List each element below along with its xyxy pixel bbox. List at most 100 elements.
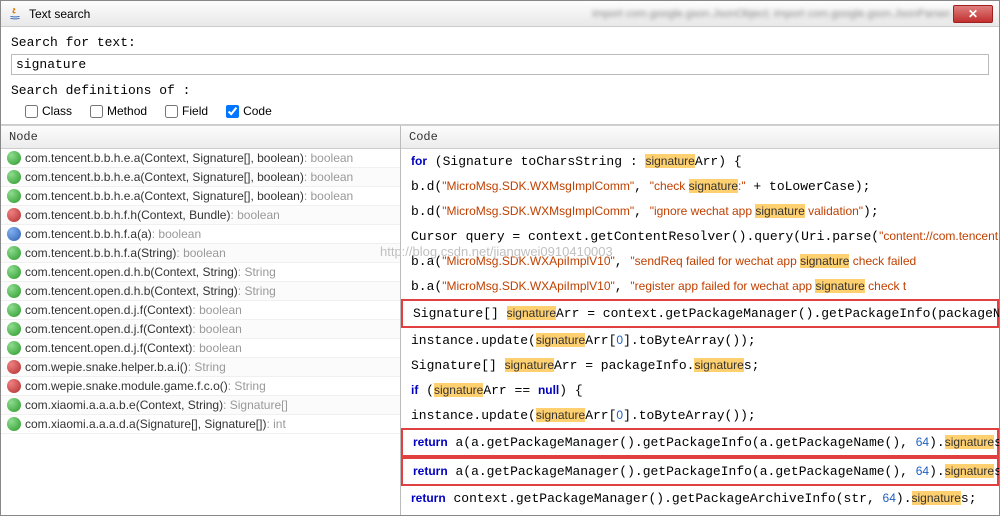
node-return-type: : boolean bbox=[152, 227, 201, 241]
method-icon bbox=[7, 170, 21, 184]
node-signature: com.tencent.b.b.h.f.a(String) bbox=[25, 246, 176, 260]
code-line[interactable]: Cursor query = context.getContentResolve… bbox=[401, 224, 999, 249]
node-signature: com.wepie.snake.helper.b.a.i() bbox=[25, 360, 188, 374]
code-line[interactable]: if (signatureArr == null) { bbox=[401, 378, 999, 403]
code-line[interactable]: return a(a.getPackageManager().getPackag… bbox=[401, 428, 999, 457]
checkbox-method[interactable] bbox=[90, 105, 103, 118]
node-return-type: : boolean bbox=[304, 170, 353, 184]
code-pane: Code for (Signature toCharsString : sign… bbox=[401, 126, 999, 515]
node-row[interactable]: com.tencent.open.d.h.b(Context, String) … bbox=[1, 282, 400, 301]
node-row[interactable]: com.tencent.open.d.j.f(Context) : boolea… bbox=[1, 301, 400, 320]
method-icon bbox=[7, 189, 21, 203]
node-row[interactable]: com.tencent.b.b.h.e.a(Context, Signature… bbox=[1, 168, 400, 187]
code-line[interactable]: b.d("MicroMsg.SDK.WXMsgImplComm", "check… bbox=[401, 174, 999, 199]
node-signature: com.xiaomi.a.a.a.b.e(Context, String) bbox=[25, 398, 223, 412]
node-return-type: : boolean bbox=[176, 246, 225, 260]
node-pane: Node com.tencent.b.b.h.e.a(Context, Sign… bbox=[1, 126, 401, 515]
blurred-header-text: import com.google.gson.JsonObject; impor… bbox=[592, 8, 953, 20]
node-row[interactable]: com.wepie.snake.module.game.f.c.o() : St… bbox=[1, 377, 400, 396]
node-row[interactable]: com.xiaomi.a.a.a.d.a(Signature[], Signat… bbox=[1, 415, 400, 434]
method-icon bbox=[7, 303, 21, 317]
code-line[interactable]: instance.update(signatureArr[0].toByteAr… bbox=[401, 328, 999, 353]
check-code[interactable]: Code bbox=[226, 104, 272, 118]
node-return-type: : String bbox=[228, 379, 266, 393]
close-button[interactable]: ✕ bbox=[953, 5, 993, 23]
method-icon bbox=[7, 265, 21, 279]
check-class[interactable]: Class bbox=[25, 104, 72, 118]
close-icon: ✕ bbox=[968, 7, 978, 21]
node-row[interactable]: com.xiaomi.a.a.a.b.e(Context, String) : … bbox=[1, 396, 400, 415]
node-signature: com.tencent.b.b.h.e.a(Context, Signature… bbox=[25, 170, 304, 184]
method-icon bbox=[7, 398, 21, 412]
method-icon bbox=[7, 379, 21, 393]
code-line[interactable]: b.a("MicroMsg.SDK.WXApiImplV10", "regist… bbox=[401, 274, 999, 299]
node-row[interactable]: com.tencent.b.b.h.e.a(Context, Signature… bbox=[1, 149, 400, 168]
search-input[interactable] bbox=[11, 54, 989, 75]
node-return-type: : String bbox=[188, 360, 226, 374]
method-icon bbox=[7, 341, 21, 355]
node-rows[interactable]: com.tencent.b.b.h.e.a(Context, Signature… bbox=[1, 149, 400, 515]
node-signature: com.xiaomi.a.a.a.d.a(Signature[], Signat… bbox=[25, 417, 266, 431]
node-signature: com.tencent.open.d.h.b(Context, String) bbox=[25, 284, 238, 298]
node-row[interactable]: com.tencent.b.b.h.f.a(String) : boolean bbox=[1, 244, 400, 263]
method-icon bbox=[7, 360, 21, 374]
node-signature: com.tencent.b.b.h.f.h(Context, Bundle) bbox=[25, 208, 230, 222]
code-header: Code bbox=[401, 126, 999, 149]
node-return-type: : int bbox=[266, 417, 285, 431]
search-label: Search for text: bbox=[11, 35, 989, 50]
node-signature: com.tencent.b.b.h.e.a(Context, Signature… bbox=[25, 151, 304, 165]
node-return-type: : boolean bbox=[230, 208, 279, 222]
results-split: Node com.tencent.b.b.h.e.a(Context, Sign… bbox=[1, 125, 999, 515]
node-row[interactable]: com.tencent.open.d.j.f(Context) : boolea… bbox=[1, 320, 400, 339]
titlebar[interactable]: Text search import com.google.gson.JsonO… bbox=[1, 1, 999, 27]
node-header: Node bbox=[1, 126, 400, 149]
node-row[interactable]: com.tencent.b.b.h.f.h(Context, Bundle) :… bbox=[1, 206, 400, 225]
code-line[interactable]: Signature[] signatureArr = packageInfo.s… bbox=[401, 353, 999, 378]
node-signature: com.wepie.snake.module.game.f.c.o() bbox=[25, 379, 228, 393]
code-line[interactable]: return a(a.getPackageManager().getPackag… bbox=[401, 457, 999, 486]
code-line[interactable]: public static int a(Signature[] signatur… bbox=[401, 511, 999, 515]
node-return-type: : boolean bbox=[192, 322, 241, 336]
code-line[interactable]: b.a("MicroMsg.SDK.WXApiImplV10", "sendRe… bbox=[401, 249, 999, 274]
code-line[interactable]: b.d("MicroMsg.SDK.WXMsgImplComm", "ignor… bbox=[401, 199, 999, 224]
node-signature: com.tencent.open.d.h.b(Context, String) bbox=[25, 265, 238, 279]
method-icon bbox=[7, 227, 21, 241]
code-line[interactable]: Signature[] signatureArr = context.getPa… bbox=[401, 299, 999, 328]
checkbox-class[interactable] bbox=[25, 105, 38, 118]
node-return-type: : String bbox=[238, 265, 276, 279]
code-line[interactable]: for (Signature toCharsString : signature… bbox=[401, 149, 999, 174]
node-row[interactable]: com.tencent.open.d.j.f(Context) : boolea… bbox=[1, 339, 400, 358]
node-return-type: : boolean bbox=[304, 151, 353, 165]
node-return-type: : boolean bbox=[304, 189, 353, 203]
node-return-type: : boolean bbox=[192, 341, 241, 355]
method-icon bbox=[7, 284, 21, 298]
search-panel: Search for text: Search definitions of :… bbox=[1, 27, 999, 125]
node-row[interactable]: com.wepie.snake.helper.b.a.i() : String bbox=[1, 358, 400, 377]
window-title: Text search bbox=[29, 7, 592, 21]
node-row[interactable]: com.tencent.b.b.h.e.a(Context, Signature… bbox=[1, 187, 400, 206]
code-line[interactable]: instance.update(signatureArr[0].toByteAr… bbox=[401, 403, 999, 428]
code-rows[interactable]: for (Signature toCharsString : signature… bbox=[401, 149, 999, 515]
method-icon bbox=[7, 208, 21, 222]
node-return-type: : Signature[] bbox=[223, 398, 288, 412]
node-signature: com.tencent.open.d.j.f(Context) bbox=[25, 322, 192, 336]
method-icon bbox=[7, 322, 21, 336]
node-signature: com.tencent.open.d.j.f(Context) bbox=[25, 341, 192, 355]
check-method[interactable]: Method bbox=[90, 104, 147, 118]
checkbox-code[interactable] bbox=[226, 105, 239, 118]
node-row[interactable]: com.tencent.b.b.h.f.a(a) : boolean bbox=[1, 225, 400, 244]
method-icon bbox=[7, 417, 21, 431]
node-row[interactable]: com.tencent.open.d.h.b(Context, String) … bbox=[1, 263, 400, 282]
method-icon bbox=[7, 246, 21, 260]
node-return-type: : String bbox=[238, 284, 276, 298]
definitions-label: Search definitions of : bbox=[11, 83, 989, 98]
check-field[interactable]: Field bbox=[165, 104, 208, 118]
method-icon bbox=[7, 151, 21, 165]
text-search-window: Text search import com.google.gson.JsonO… bbox=[0, 0, 1000, 516]
node-return-type: : boolean bbox=[192, 303, 241, 317]
definition-checks: Class Method Field Code bbox=[11, 104, 989, 118]
java-icon bbox=[7, 6, 23, 22]
node-signature: com.tencent.open.d.j.f(Context) bbox=[25, 303, 192, 317]
code-line[interactable]: return context.getPackageManager().getPa… bbox=[401, 486, 999, 511]
checkbox-field[interactable] bbox=[165, 105, 178, 118]
